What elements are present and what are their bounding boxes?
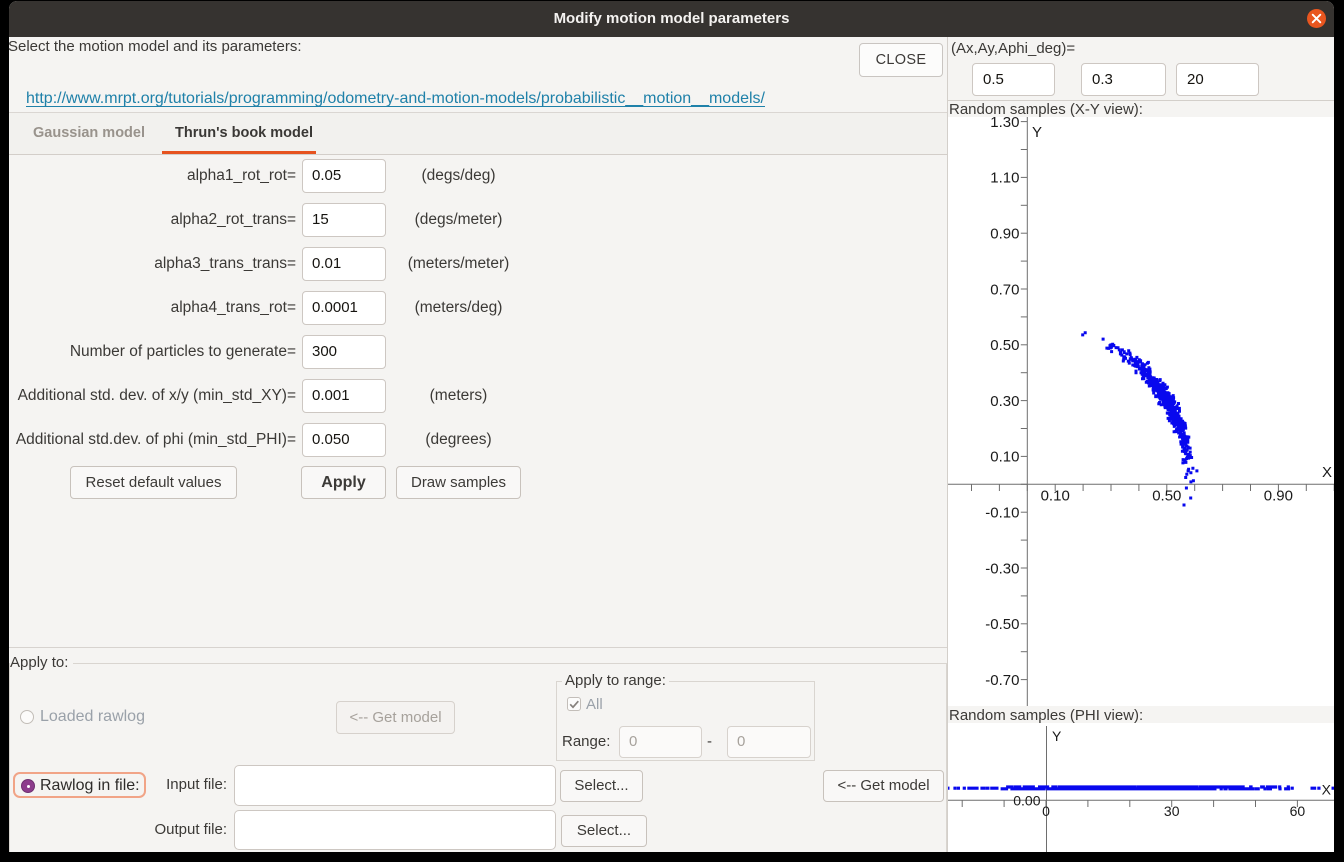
svg-text:0.50: 0.50 xyxy=(990,337,1019,354)
svg-text:0: 0 xyxy=(1042,803,1050,819)
svg-text:Y: Y xyxy=(1052,728,1062,744)
svg-text:1.30: 1.30 xyxy=(990,117,1019,131)
svg-text:0.10: 0.10 xyxy=(990,449,1019,466)
svg-text:0.90: 0.90 xyxy=(1264,488,1293,505)
svg-text:X: X xyxy=(1322,782,1332,798)
svg-text:0.10: 0.10 xyxy=(1041,488,1070,505)
svg-text:0.90: 0.90 xyxy=(990,226,1019,243)
svg-text:1.10: 1.10 xyxy=(990,170,1019,187)
svg-text:-0.30: -0.30 xyxy=(985,560,1019,577)
svg-text:-0.10: -0.10 xyxy=(985,505,1019,522)
svg-text:X: X xyxy=(1322,464,1332,481)
svg-text:30: 30 xyxy=(1164,803,1180,819)
svg-text:0.00: 0.00 xyxy=(1013,793,1040,809)
svg-text:0.70: 0.70 xyxy=(990,281,1019,298)
svg-text:-0.70: -0.70 xyxy=(985,672,1019,689)
svg-text:0.30: 0.30 xyxy=(990,393,1019,410)
svg-text:0.50: 0.50 xyxy=(1152,488,1181,505)
svg-text:60: 60 xyxy=(1290,803,1306,819)
svg-text:Y: Y xyxy=(1032,124,1042,141)
svg-text:-0.50: -0.50 xyxy=(985,616,1019,633)
